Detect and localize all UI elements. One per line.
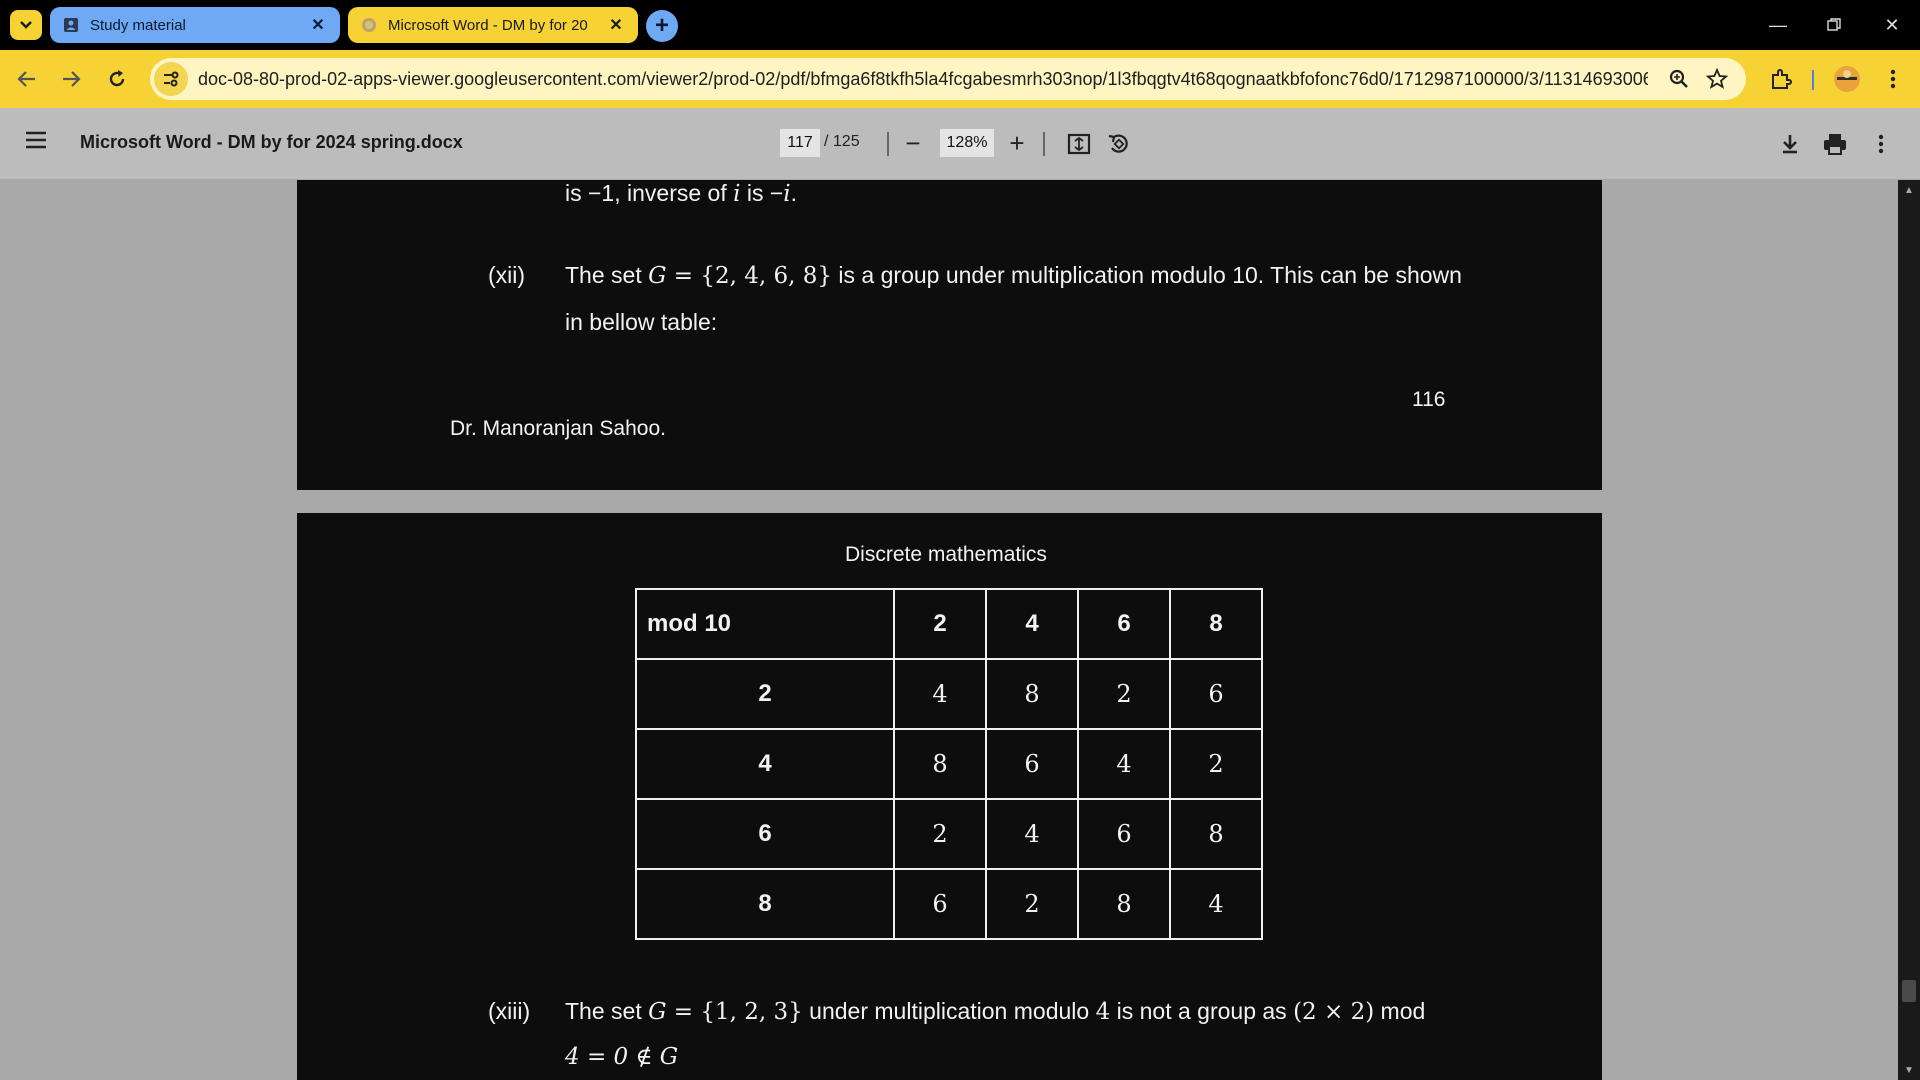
table-cell: 4 [1169, 868, 1263, 940]
table-header-row: mod 10 2 4 6 8 [635, 588, 1263, 660]
tab-search-button[interactable] [10, 10, 42, 40]
table-cell: 2 [1169, 728, 1263, 800]
reload-icon[interactable] [102, 64, 132, 94]
text-line: is −1, inverse of i is −i. [565, 180, 798, 207]
table-corner-cell: mod 10 [635, 588, 895, 660]
cayley-table: mod 10 2 4 6 8 2 4 8 2 6 4 8 6 4 2 6 2 4… [635, 588, 1263, 940]
table-cell: 8 [1077, 868, 1171, 940]
tab-study-material[interactable]: Study material ✕ [50, 7, 340, 43]
row-header: 2 [635, 658, 895, 730]
column-header: 8 [1169, 588, 1263, 660]
page-total: / 125 [824, 133, 860, 150]
toolbar-divider [1812, 70, 1814, 90]
table-row: 2 4 8 2 6 [635, 658, 1263, 730]
extensions-icon[interactable] [1766, 64, 1796, 94]
avatar[interactable] [1832, 64, 1862, 94]
table-cell: 8 [1169, 798, 1263, 870]
table-row: 6 2 4 6 8 [635, 798, 1263, 870]
fit-to-page-icon[interactable] [1064, 129, 1094, 159]
page-number: 116 [1412, 388, 1446, 411]
column-header: 6 [1077, 588, 1171, 660]
back-icon[interactable] [12, 64, 42, 94]
table-cell: 8 [985, 658, 1079, 730]
table-cell: 4 [985, 798, 1079, 870]
zoom-out-button[interactable]: − [898, 128, 928, 158]
zoom-level-input[interactable]: 128% [940, 129, 994, 157]
hamburger-menu-icon[interactable] [24, 130, 54, 158]
browser-menu-icon[interactable] [1878, 64, 1908, 94]
address-bar[interactable]: doc-08-80-prod-02-apps-viewer.googleuser… [150, 58, 1746, 100]
footer-author: Dr. Manoranjan Sahoo. [450, 417, 666, 440]
item-label: (xiii) [488, 998, 531, 1024]
restore-icon[interactable] [1814, 10, 1854, 40]
forward-icon[interactable] [56, 64, 86, 94]
more-options-icon[interactable] [1866, 129, 1896, 159]
row-header: 8 [635, 868, 895, 940]
table-cell: 4 [1077, 728, 1171, 800]
scroll-up-arrow-icon[interactable]: ▲ [1898, 182, 1920, 198]
globe-icon [360, 16, 378, 34]
column-header: 4 [985, 588, 1079, 660]
text-line: The set G = {1, 2, 3} under multiplicati… [565, 998, 1426, 1025]
table-cell: 6 [893, 868, 987, 940]
tab-title: Study material [90, 16, 186, 34]
browser-toolbar: doc-08-80-prod-02-apps-viewer.googleuser… [0, 50, 1920, 108]
row-header: 6 [635, 798, 895, 870]
table-row: 8 6 2 8 4 [635, 868, 1263, 940]
scrollbar-thumb[interactable] [1902, 980, 1916, 1002]
new-tab-button[interactable]: + [646, 10, 678, 42]
pdf-viewer-toolbar: Microsoft Word - DM by for 2024 spring.d… [0, 108, 1920, 180]
minimize-icon[interactable]: — [1758, 10, 1798, 40]
toolbar-divider [1043, 132, 1045, 156]
pdf-page: Discrete mathematics mod 10 2 4 6 8 2 4 … [297, 513, 1602, 1080]
column-header: 2 [893, 588, 987, 660]
rotate-icon[interactable] [1104, 129, 1134, 159]
table-cell: 6 [1077, 798, 1171, 870]
page-header: Discrete mathematics [845, 543, 1047, 566]
table-cell: 6 [985, 728, 1079, 800]
site-settings-icon[interactable] [154, 62, 188, 96]
close-window-icon[interactable]: ✕ [1872, 10, 1912, 40]
table-cell: 2 [985, 868, 1079, 940]
print-icon[interactable] [1820, 129, 1850, 159]
item-label: (xii) [488, 262, 526, 288]
tab-strip: Study material ✕ Microsoft Word - DM by … [0, 0, 1920, 50]
scroll-down-arrow-icon[interactable]: ▼ [1898, 1062, 1920, 1078]
table-cell: 2 [1077, 658, 1171, 730]
text-line: in bellow table: [565, 309, 718, 335]
close-icon[interactable]: ✕ [308, 15, 328, 35]
zoom-magnifier-icon[interactable] [1664, 64, 1694, 94]
close-icon[interactable]: ✕ [606, 15, 626, 35]
pdf-page: is −1, inverse of i is −i. (xii) The set… [297, 180, 1602, 490]
text-line: 4 = 0 ∉ G [565, 1044, 679, 1070]
table-cell: 2 [893, 798, 987, 870]
url-text: doc-08-80-prod-02-apps-viewer.googleuser… [198, 68, 1648, 89]
tab-pdf-document[interactable]: Microsoft Word - DM by for 20 ✕ [348, 7, 638, 43]
table-cell: 6 [1169, 658, 1263, 730]
table-row: 4 8 6 4 2 [635, 728, 1263, 800]
zoom-in-button[interactable]: + [1002, 128, 1032, 158]
page-number-input[interactable]: 117 [780, 129, 820, 157]
pdf-viewer-canvas[interactable]: is −1, inverse of i is −i. (xii) The set… [0, 180, 1920, 1080]
table-cell: 8 [893, 728, 987, 800]
toolbar-divider [887, 132, 889, 156]
bookmark-star-icon[interactable] [1702, 64, 1732, 94]
tab-title: Microsoft Word - DM by for 20 [388, 16, 588, 34]
vertical-scrollbar[interactable]: ▲ ▼ [1898, 180, 1920, 1080]
table-cell: 4 [893, 658, 987, 730]
document-title: Microsoft Word - DM by for 2024 spring.d… [80, 132, 463, 152]
download-icon[interactable] [1775, 129, 1805, 159]
chevron-down-icon [20, 21, 32, 29]
account-box-icon [62, 16, 80, 34]
row-header: 4 [635, 728, 895, 800]
text-line: The set G = {2, 4, 6, 8} is a group unde… [565, 262, 1462, 289]
